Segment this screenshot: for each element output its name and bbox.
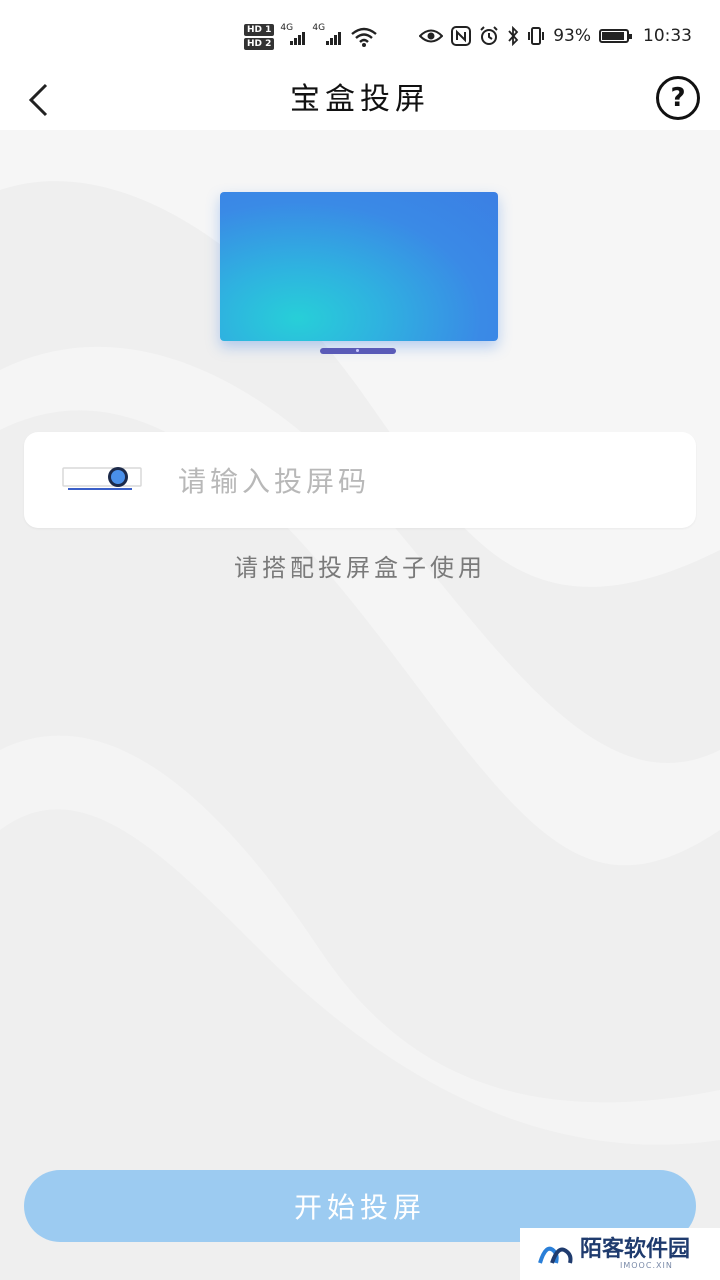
nfc-icon xyxy=(451,26,472,46)
wifi-icon xyxy=(351,27,378,47)
bluetooth-icon xyxy=(508,26,519,46)
usage-hint: 请搭配投屏盒子使用 xyxy=(234,554,486,582)
watermark: 陌客软件园 IMOOC.XIN xyxy=(520,1228,720,1280)
hd2-badge: HD 2 xyxy=(244,38,275,50)
status-bar: HD 1 HD 2 4G 4G 93% 10:33 xyxy=(0,0,720,70)
vibrate-icon xyxy=(528,27,545,45)
battery-percent: 93% xyxy=(553,26,591,46)
battery-icon xyxy=(599,29,632,43)
signal-2-icon: 4G xyxy=(312,23,344,45)
eye-icon xyxy=(419,29,444,43)
nav-bar: 宝盒投屏 ? xyxy=(0,70,720,130)
tv-power-dot xyxy=(356,349,359,352)
status-right: 93% 10:33 xyxy=(419,22,692,50)
help-button[interactable]: ? xyxy=(656,76,700,120)
signal-1-label: 4G xyxy=(280,23,294,33)
signal-1-icon: 4G xyxy=(280,23,306,45)
clock: 10:33 xyxy=(643,26,692,46)
hd-badges: HD 1 HD 2 xyxy=(244,24,275,50)
watermark-subtext: IMOOC.XIN xyxy=(620,1261,673,1270)
projector-icon xyxy=(62,467,142,490)
signal-2-label: 4G xyxy=(312,23,326,33)
battery-fill xyxy=(602,32,624,40)
app-screen: HD 1 HD 2 4G 4G 93% 10:33 宝盒投屏 ? 请输入投屏码 … xyxy=(0,0,720,1280)
signal-group: HD 1 HD 2 4G 4G xyxy=(244,20,378,54)
screen-code-input[interactable] xyxy=(176,452,660,510)
watermark-logo-icon xyxy=(538,1246,573,1264)
alarm-icon xyxy=(480,26,498,45)
tv-screen-illustration xyxy=(220,192,498,341)
page-title: 宝盒投屏 xyxy=(290,82,430,117)
watermark-text: 陌客软件园 xyxy=(580,1236,691,1262)
question-mark-icon: ? xyxy=(670,83,686,113)
code-input-card xyxy=(24,432,696,528)
hd1-badge: HD 1 xyxy=(244,24,275,36)
